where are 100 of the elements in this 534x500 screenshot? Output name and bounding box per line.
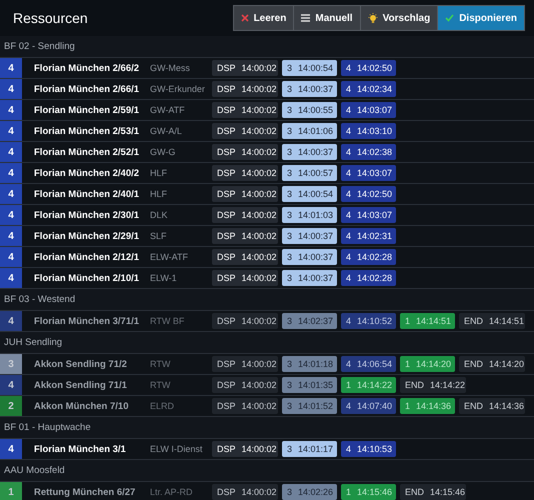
chip-time: 14:15:46 (430, 487, 466, 497)
chip-time: 14:14:36 (416, 401, 452, 411)
chip-time: 14:00:37 (298, 252, 334, 262)
chip-time: 14:01:03 (298, 210, 334, 220)
chip-code: END (464, 401, 484, 411)
chip-time: 14:01:17 (298, 444, 334, 454)
chip-time: 14:00:02 (242, 126, 277, 136)
chip-code: 4 (346, 84, 352, 94)
status-badge: 4 (0, 205, 22, 225)
chip-time: 14:00:02 (242, 380, 277, 390)
status-badge: 4 (0, 375, 22, 395)
chip-time: 14:00:02 (242, 359, 277, 369)
chip-time: 14:06:54 (357, 359, 392, 369)
chip-code: DSP (217, 252, 236, 262)
chip-code: 4 (346, 273, 352, 283)
status-badge: 4 (0, 163, 22, 183)
chip-time: 14:00:02 (242, 147, 277, 157)
chip-code: DSP (217, 126, 236, 136)
unit-name: Florian München 2/66/1 (34, 84, 140, 94)
unit-name: Florian München 3/1 (34, 444, 127, 454)
chip-code: DSP (217, 147, 236, 157)
chip-code: DSP (217, 105, 236, 115)
manual-button[interactable]: Manuell (293, 6, 360, 30)
chip-time: 14:00:37 (298, 84, 334, 94)
chip-time: 14:01:52 (298, 401, 334, 411)
chip-time: 14:02:28 (357, 273, 392, 283)
chip-time: 14:02:38 (357, 147, 392, 157)
status-badge: 4 (0, 121, 22, 141)
unit-type: Ltr. AP-RD (150, 487, 194, 497)
chip-time: 14:03:07 (357, 105, 392, 115)
status-badge: 3 (0, 354, 22, 374)
close-icon (240, 14, 249, 22)
unit-name: Akkon München 7/10 (34, 400, 130, 412)
unit-name: Florian München 2/29/1 (34, 230, 140, 242)
chip-code: DSP (217, 401, 236, 411)
chip-time: 14:00:54 (298, 189, 334, 199)
chip-code: 3 (287, 444, 292, 454)
chip-code: END (405, 487, 424, 497)
chip-code: DSP (217, 316, 236, 326)
chip-code: 4 (346, 210, 352, 220)
chip-code: 4 (346, 63, 352, 73)
chip-code: 1 (405, 401, 410, 411)
chip-time: 14:00:57 (298, 168, 334, 178)
chip-time: 14:00:02 (242, 105, 277, 115)
unit-name: Florian München 2/30/1 (34, 210, 140, 220)
chip-time: 14:01:35 (298, 380, 334, 390)
chip-time: 14:01:18 (298, 359, 334, 369)
chip-code: 4 (346, 105, 352, 115)
unit-type: RTW (150, 359, 172, 369)
status-badge: 4 (0, 268, 22, 288)
chip-time: 14:00:02 (242, 444, 277, 454)
chip-time: 14:10:53 (357, 444, 392, 454)
chip-code: 3 (287, 84, 292, 94)
unit-type: ELW I-Dienst (150, 444, 204, 454)
chip-time: 14:14:22 (430, 380, 466, 390)
status-badge: 4 (0, 247, 22, 267)
chip-time: 14:00:02 (242, 316, 277, 326)
chip-time: 14:03:07 (357, 210, 392, 220)
unit-type: ELW-ATF (150, 252, 189, 262)
chip-time: 14:14:51 (416, 316, 452, 326)
unit-name: Rettung München 6/27 (34, 486, 136, 498)
chip-time: 14:00:02 (242, 273, 277, 283)
chip-time: 14:00:02 (242, 84, 277, 94)
unit-name: Florian München 2/40/2 (34, 168, 140, 178)
chip-time: 14:02:37 (298, 316, 334, 326)
status-badge: 4 (0, 142, 22, 162)
chip-time: 14:00:02 (242, 189, 277, 199)
suggest-button[interactable]: Vorschlag (360, 6, 438, 30)
chip-code: 3 (287, 126, 292, 136)
chip-time: 14:14:36 (489, 401, 524, 411)
chip-time: 14:03:07 (357, 168, 392, 178)
chip-code: 3 (287, 189, 292, 199)
chip-code: 1 (346, 487, 352, 497)
unit-name: Florian München 2/40/1 (34, 188, 140, 200)
status-badge: 4 (0, 79, 22, 99)
unit-type: ELW-1 (150, 273, 178, 283)
chip-time: 14:14:22 (357, 380, 392, 390)
unit-name: Florian München 2/12/1 (34, 252, 140, 262)
chip-time: 14:14:51 (489, 316, 524, 326)
check-icon (445, 14, 454, 22)
chip-time: 14:00:37 (298, 147, 334, 157)
chip-time: 14:02:26 (298, 487, 334, 497)
chip-code: DSP (217, 189, 236, 199)
unit-type: GW-Mess (150, 63, 191, 73)
chip-code: 4 (346, 126, 352, 136)
unit-name: Akkon Sendling 71/1 (34, 380, 128, 390)
chip-code: 3 (287, 401, 292, 411)
clear-button[interactable]: Leeren (234, 6, 294, 30)
chip-code: 3 (287, 231, 292, 241)
chip-code: 4 (346, 401, 352, 411)
chip-time: 14:00:54 (298, 63, 334, 73)
chip-code: 4 (346, 359, 352, 369)
status-badge: 4 (0, 311, 22, 331)
chip-time: 14:02:50 (357, 63, 392, 73)
chip-time: 14:15:46 (357, 487, 392, 497)
chip-code: DSP (217, 487, 236, 497)
status-badge: 4 (0, 58, 22, 78)
chip-time: 14:07:40 (357, 401, 392, 411)
unit-type: HLF (150, 168, 168, 178)
dispatch-button[interactable]: Disponieren (437, 6, 524, 30)
